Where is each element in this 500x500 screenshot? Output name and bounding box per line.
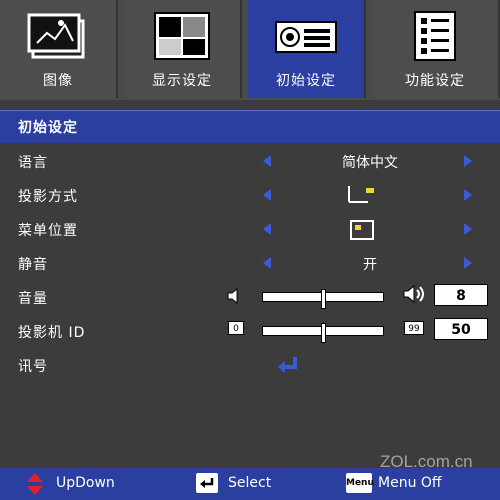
menu-row-language[interactable]: 语言 简体中文 xyxy=(0,144,500,178)
projector-id-value: 50 xyxy=(434,318,488,340)
projector-icon xyxy=(274,10,338,62)
projector-id-slider[interactable] xyxy=(262,323,384,343)
right-arrow-icon[interactable] xyxy=(464,223,472,235)
menu-position-icon xyxy=(349,219,375,245)
left-arrow-icon[interactable] xyxy=(263,155,271,167)
tab-label: 图像 xyxy=(43,73,73,89)
enter-key-icon xyxy=(196,473,218,493)
menu-row-volume[interactable]: 音量 8 xyxy=(0,280,500,314)
row-label: 投影机 ID xyxy=(18,325,86,341)
section-title: 初始设定 xyxy=(18,120,78,136)
up-down-icon xyxy=(26,472,44,500)
right-arrow-icon[interactable] xyxy=(464,257,472,269)
language-value: 简体中文 xyxy=(342,155,398,171)
volume-value: 8 xyxy=(434,284,488,306)
projection-mode-icon xyxy=(346,184,376,210)
footer-hint-bar: UpDown Select Menu Menu Off xyxy=(0,468,500,500)
menu-off-hint: Menu Off xyxy=(378,475,442,491)
menu-key-icon: Menu xyxy=(346,473,374,493)
select-hint: Select xyxy=(228,475,272,491)
projector-id-slider-thumb[interactable] xyxy=(321,323,326,343)
tab-initial-settings[interactable]: 初始设定 xyxy=(248,0,366,98)
volume-slider[interactable] xyxy=(262,289,384,309)
id-min-value: 0 xyxy=(228,321,244,335)
menu-tab-bar: 图像 显示设定 初始设定 功能设定 xyxy=(0,0,500,100)
picture-frame-icon xyxy=(26,10,90,62)
menu-row-projector-id[interactable]: 投影机 ID 0 99 50 xyxy=(0,314,500,348)
right-arrow-icon[interactable] xyxy=(464,155,472,167)
tab-display-settings[interactable]: 显示设定 xyxy=(124,0,242,98)
section-header: 初始设定 xyxy=(0,110,500,143)
display-pattern-icon xyxy=(150,10,214,62)
tab-image[interactable]: 图像 xyxy=(0,0,118,98)
right-arrow-icon[interactable] xyxy=(464,189,472,201)
row-label: 语言 xyxy=(18,155,48,171)
tab-function-settings[interactable]: 功能设定 xyxy=(372,0,500,98)
left-arrow-icon[interactable] xyxy=(263,257,271,269)
row-label: 音量 xyxy=(18,291,48,307)
mute-value: 开 xyxy=(363,257,377,273)
menu-row-signal[interactable]: 讯号 xyxy=(0,348,500,382)
row-label: 菜单位置 xyxy=(18,223,78,239)
speaker-high-icon xyxy=(402,283,428,309)
enter-arrow-icon[interactable] xyxy=(277,355,299,379)
menu-row-projection[interactable]: 投影方式 xyxy=(0,178,500,212)
tab-label: 功能设定 xyxy=(405,73,465,89)
volume-slider-thumb[interactable] xyxy=(321,289,326,309)
updown-hint: UpDown xyxy=(56,475,115,491)
document-list-icon xyxy=(403,10,467,62)
left-arrow-icon[interactable] xyxy=(263,223,271,235)
row-label: 静音 xyxy=(18,257,48,273)
speaker-low-icon xyxy=(226,287,244,309)
menu-row-menu-position[interactable]: 菜单位置 xyxy=(0,212,500,246)
id-max-value: 99 xyxy=(404,321,424,335)
tab-label: 初始设定 xyxy=(276,73,336,89)
left-arrow-icon[interactable] xyxy=(263,189,271,201)
watermark-logo: ZOL.com.cn xyxy=(380,452,473,471)
row-label: 讯号 xyxy=(18,359,48,375)
tab-label: 显示设定 xyxy=(152,73,212,89)
row-label: 投影方式 xyxy=(18,189,78,205)
menu-row-mute[interactable]: 静音 开 xyxy=(0,246,500,280)
